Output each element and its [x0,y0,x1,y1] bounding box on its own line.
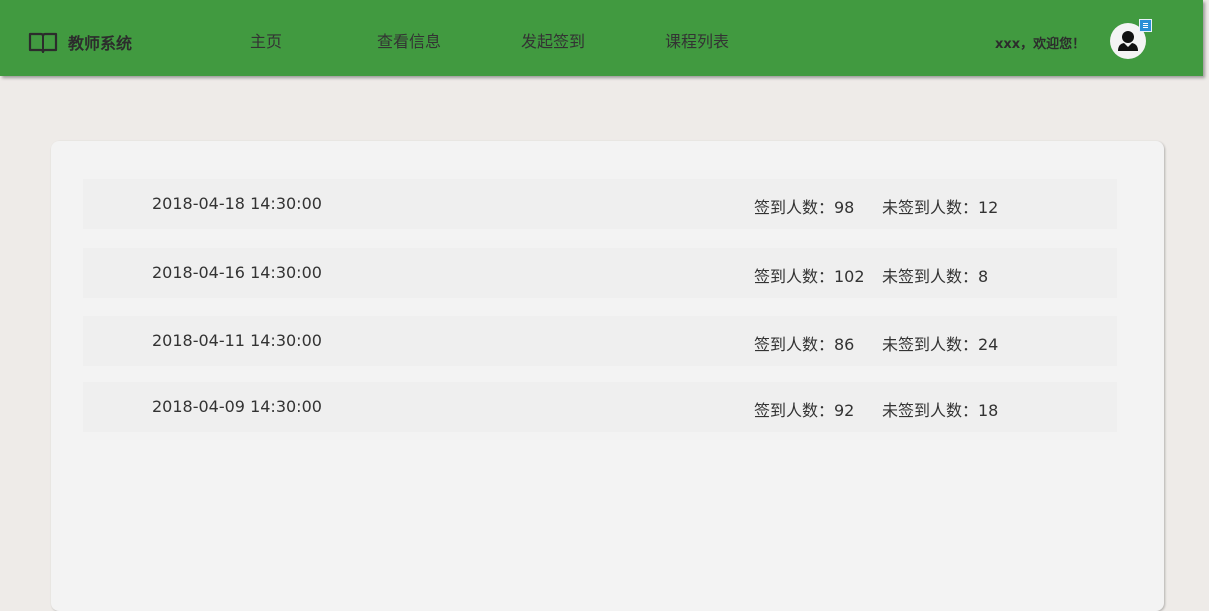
list-item[interactable]: 2018-04-18 14:30:00 签到人数：98 未签到人数：12 [83,179,1117,229]
record-datetime: 2018-04-11 14:30:00 [152,331,322,350]
nav-item-home[interactable]: 主页 [250,28,282,52]
unsigned-count: 未签到人数：24 [882,335,999,354]
unsigned-count: 未签到人数：8 [882,267,989,286]
checkin-record-card: 2018-04-18 14:30:00 签到人数：98 未签到人数：12 201… [51,141,1164,611]
brand-title: 教师系统 [68,34,133,53]
nav-item-course-list[interactable]: 课程列表 [665,28,729,52]
signed-count: 签到人数：86 [754,335,855,354]
list-item[interactable]: 2018-04-16 14:30:00 签到人数：102 未签到人数：8 [83,248,1117,298]
list-item[interactable]: 2018-04-11 14:30:00 签到人数：86 未签到人数：24 [83,316,1117,366]
signed-count: 签到人数：92 [754,401,855,420]
unsigned-count: 未签到人数：18 [882,401,999,420]
list-item[interactable]: 2018-04-09 14:30:00 签到人数：92 未签到人数：18 [83,382,1117,432]
signed-count: 签到人数：102 [754,267,865,286]
welcome-text: xxx，欢迎您！ [995,37,1086,52]
nav-item-start-checkin[interactable]: 发起签到 [521,28,585,52]
nav-item-view-info[interactable]: 查看信息 [377,28,441,52]
brand[interactable]: 教师系统 [28,30,132,54]
unsigned-count: 未签到人数：12 [882,198,999,217]
record-datetime: 2018-04-09 14:30:00 [152,397,322,416]
top-navigation-bar: 教师系统 主页 查看信息 发起签到 课程列表 xxx，欢迎您！ [0,0,1203,76]
record-datetime: 2018-04-16 14:30:00 [152,263,322,282]
record-datetime: 2018-04-18 14:30:00 [152,194,322,213]
open-book-icon [28,31,58,54]
menu-icon[interactable] [1139,19,1152,32]
signed-count: 签到人数：98 [754,198,855,217]
